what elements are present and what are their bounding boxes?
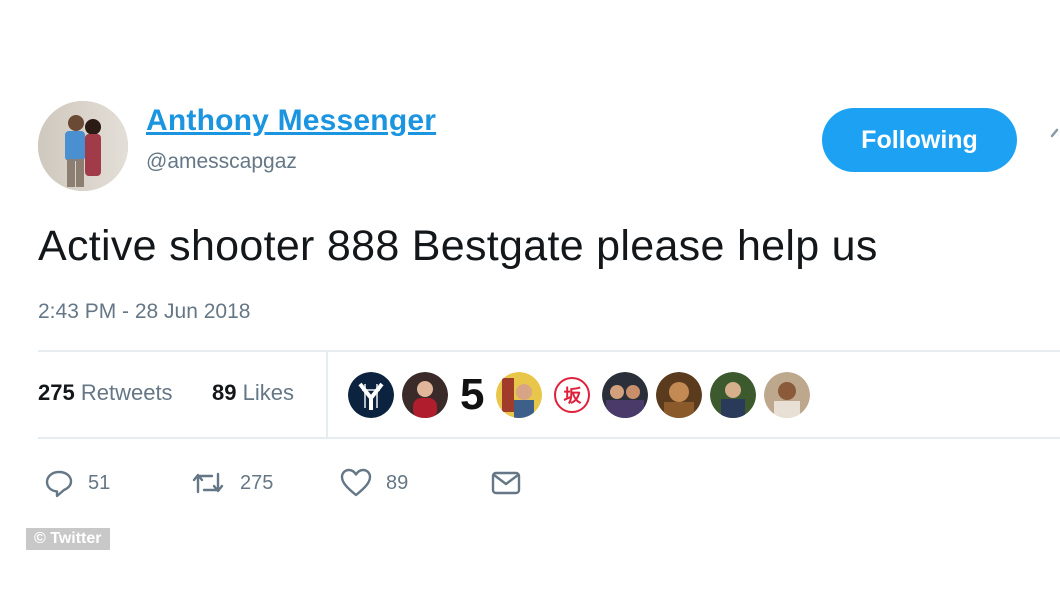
liker-avatar-kanji-badge[interactable]: 坂 [554, 377, 591, 413]
liker-avatar-number[interactable]: 5 [460, 372, 484, 418]
profile-avatar[interactable] [38, 101, 128, 191]
liker-avatar-yankees-logo[interactable] [348, 372, 394, 418]
divider-bottom [38, 437, 1060, 439]
like-button[interactable]: 89 [340, 468, 408, 498]
kanji-badge-text: 坂 [563, 386, 582, 406]
retweet-icon [192, 472, 224, 494]
likes-count: 89 [212, 380, 237, 405]
twitter-watermark: © Twitter [26, 528, 110, 550]
likers-avatars: 5 坂 [348, 371, 818, 419]
tweet-text: Active shooter 888 Bestgate please help … [38, 222, 878, 270]
display-name-link[interactable]: Anthony Messenger [146, 104, 436, 138]
reply-icon [45, 470, 73, 498]
retweet-count: 275 [240, 471, 274, 494]
like-count: 89 [386, 471, 409, 494]
likes-stat[interactable]: 89 Likes [212, 380, 294, 406]
mail-icon [491, 471, 521, 495]
heart-icon [340, 468, 372, 497]
retweet-button[interactable]: 275 [190, 468, 273, 498]
stats-divider [326, 352, 328, 437]
liker-avatar[interactable] [764, 372, 811, 418]
caret-down-icon[interactable] [1040, 118, 1060, 148]
likes-label: Likes [242, 380, 294, 405]
direct-message-button[interactable] [490, 468, 522, 498]
retweets-count: 275 [38, 380, 75, 405]
liker-avatar[interactable] [656, 372, 703, 418]
reply-button[interactable]: 51 [44, 468, 110, 498]
divider-top [38, 350, 1060, 352]
avatar-photo [38, 101, 128, 191]
retweets-label: Retweets [80, 380, 173, 405]
user-handle: @amesscapgaz [146, 150, 297, 173]
tweet-timestamp[interactable]: 2:43 PM - 28 Jun 2018 [38, 300, 250, 324]
retweets-stat[interactable]: 275 Retweets [38, 380, 173, 406]
liker-avatar[interactable] [602, 372, 649, 418]
liker-avatar[interactable] [402, 372, 448, 418]
liker-avatar[interactable] [710, 372, 757, 418]
reply-count: 51 [88, 471, 111, 494]
following-button[interactable]: Following [822, 108, 1017, 172]
liker-avatar[interactable] [496, 372, 543, 418]
